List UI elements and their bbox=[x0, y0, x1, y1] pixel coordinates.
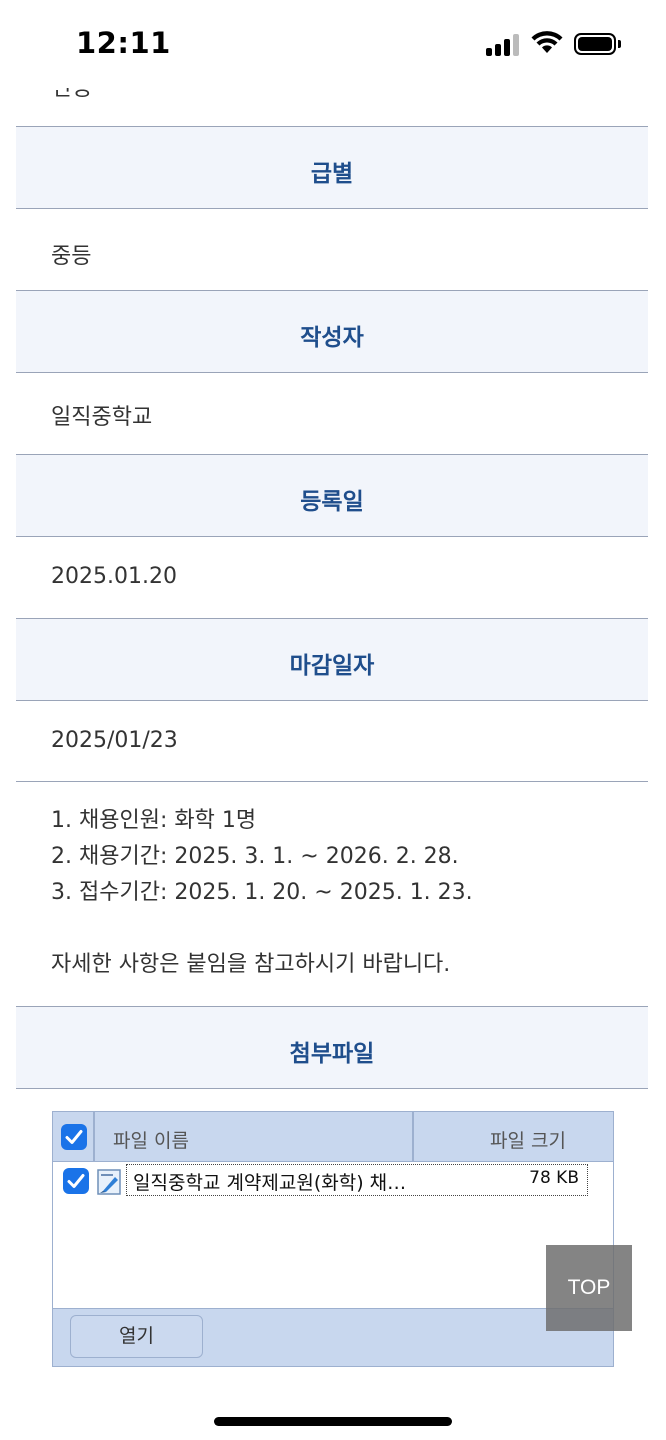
open-button[interactable]: 열기 bbox=[70, 1315, 203, 1358]
body-line: 1. 채용인원: 화학 1명 bbox=[51, 808, 257, 833]
body-line: 2. 채용기간: 2025. 3. 1. ~ 2026. 2. 28. bbox=[51, 844, 459, 869]
checkmark-icon bbox=[65, 1130, 83, 1144]
scroll-top-button[interactable]: TOP bbox=[546, 1245, 632, 1331]
status-bar: 12:11 bbox=[0, 0, 666, 88]
select-all-checkbox[interactable] bbox=[61, 1124, 87, 1150]
row-value-grade: 중등 bbox=[16, 208, 648, 291]
file-row[interactable]: 일직중학교 계약제교원(화학) 채… 78 KB bbox=[126, 1164, 588, 1196]
checkmark-icon bbox=[67, 1174, 85, 1188]
hwp-document-icon bbox=[97, 1169, 121, 1195]
wifi-icon bbox=[531, 31, 563, 53]
battery-icon bbox=[574, 33, 616, 55]
cellular-signal-icon bbox=[486, 34, 520, 56]
row-value-deadline: 2025/01/23 bbox=[16, 700, 648, 782]
row-header-label: 등록일 bbox=[300, 489, 364, 515]
row-header-label: 마감일자 bbox=[289, 653, 375, 679]
row-header-grade: 급별 bbox=[16, 126, 648, 209]
row-header-author: 작성자 bbox=[16, 290, 648, 373]
row-value-text: 중등 bbox=[51, 244, 92, 269]
row-header-label: 첨부파일 bbox=[289, 1041, 375, 1067]
attachment-list-footer: 열기 bbox=[53, 1308, 613, 1366]
status-time: 12:11 bbox=[76, 26, 171, 60]
file-size: 78 KB bbox=[529, 1168, 579, 1188]
body-line: 3. 접수기간: 2025. 1. 20. ~ 2025. 1. 23. bbox=[51, 880, 473, 905]
column-file-size[interactable]: 파일 크기 bbox=[490, 1126, 566, 1153]
row-value-registered: 2025.01.20 bbox=[16, 536, 648, 619]
file-checkbox[interactable] bbox=[63, 1168, 89, 1194]
row-value-text: 2025/01/23 bbox=[51, 728, 178, 753]
attachment-list: 파일 이름 파일 크기 일직중학교 계약제교원(화학) 채… 78 KB 열기 bbox=[52, 1111, 614, 1367]
post-body-text: 1. 채용인원: 화학 1명 2. 채용기간: 2025. 3. 1. ~ 20… bbox=[51, 803, 473, 911]
row-header-registered: 등록일 bbox=[16, 454, 648, 537]
attachment-list-header: 파일 이름 파일 크기 bbox=[53, 1112, 613, 1162]
column-file-name[interactable]: 파일 이름 bbox=[113, 1126, 189, 1153]
row-header-label: 작성자 bbox=[300, 325, 364, 351]
row-header-attachments: 첨부파일 bbox=[16, 1006, 648, 1089]
row-header-label: 급별 bbox=[310, 161, 354, 187]
row-header-deadline: 마감일자 bbox=[16, 618, 648, 701]
body-note: 자세한 사항은 붙임을 참고하시기 바랍니다. bbox=[51, 952, 451, 977]
row-value-text: 2025.01.20 bbox=[51, 564, 177, 589]
home-indicator[interactable] bbox=[214, 1417, 452, 1426]
row-value-author: 일직중학교 bbox=[16, 372, 648, 455]
row-value-text: 일직중학교 bbox=[51, 405, 153, 430]
file-name[interactable]: 일직중학교 계약제교원(화학) 채… bbox=[133, 1168, 406, 1195]
